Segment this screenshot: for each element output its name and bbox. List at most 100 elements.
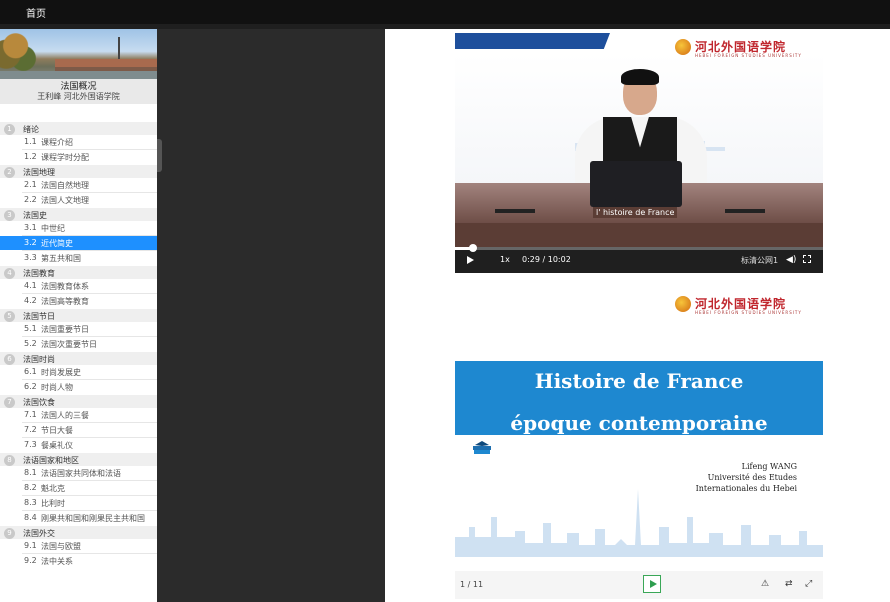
section-item-1-2[interactable]: 1.2 课程学时分配 [0,150,157,164]
section-number: 9.2 [24,556,37,565]
section-number: 8.3 [24,498,37,507]
section-item-3-1[interactable]: 3.1 中世纪 [0,221,157,235]
section-item-2-2[interactable]: 2.2 法国人文地理 [0,193,157,207]
section-item-5-2[interactable]: 5.2 法国次重要节日 [0,337,157,351]
section-item-7-1[interactable]: 7.1 法国人的三餐 [0,408,157,422]
content-viewer: 河北外国语学院 HEBEI FOREIGN STUDIES UNIVERSITY… [385,29,890,602]
chapter-1[interactable]: 1 绪论 [0,121,157,135]
section-item-9-2[interactable]: 9.2 法中关系 [0,554,157,568]
section-item-3-3[interactable]: 3.3 第五共和国 [0,251,157,265]
quality-selector[interactable]: 标清公网1 [741,255,778,266]
section-title: 法国次重要节日 [41,340,97,349]
section-title: 中世纪 [41,224,65,233]
section-item-7-3[interactable]: 7.3 餐桌礼仪 [0,438,157,452]
section-number: 6.1 [24,367,37,376]
course-sidebar: 法国概况 王利峰 河北外国语学院 1 绪论 1.1 课程介绍 1.2 课程学时分配 2 法国地… [0,29,157,602]
slide-play-button[interactable] [643,575,661,593]
section-number: 7.1 [24,410,37,419]
chapter-8[interactable]: 8 法语国家和地区 [0,452,157,466]
section-item-8-2[interactable]: 8.2 魁北克 [0,481,157,495]
section-item-8-1[interactable]: 8.1 法语国家共同体和法语 [0,466,157,480]
chapter-title: 法国地理 [23,168,55,177]
section-number: 1.1 [24,137,37,146]
section-item-6-1[interactable]: 6.1 时尚发展史 [0,365,157,379]
section-title: 法国人的三餐 [41,411,89,420]
section-item-4-2[interactable]: 4.2 法国高等教育 [0,294,157,308]
section-item-5-1[interactable]: 5.1 法国重要节日 [0,322,157,336]
section-title: 餐桌礼仪 [41,441,73,450]
warning-icon[interactable]: ⚠ [761,579,769,589]
chapter-title: 法国节日 [23,312,55,321]
chapter-number: 7 [4,397,15,408]
slide-logo-subtext: HEBEI FOREIGN STUDIES UNIVERSITY [695,310,802,315]
section-item-7-2[interactable]: 7.2 节日大餐 [0,423,157,437]
video-logo-subtext: HEBEI FOREIGN STUDIES UNIVERSITY [695,53,802,58]
section-item-3-2[interactable]: 3.2 近代简史 [0,236,157,250]
volume-icon[interactable]: ◀) [786,255,796,265]
chapter-4[interactable]: 4 法国教育 [0,265,157,279]
university-emblem-icon [675,295,691,312]
section-number: 6.2 [24,382,37,391]
section-item-1-1[interactable]: 1.1 课程介绍 [0,135,157,149]
section-item-2-1[interactable]: 2.1 法国自然地理 [0,178,157,192]
section-title: 法语国家共同体和法语 [41,469,121,478]
chapter-6[interactable]: 6 法国时尚 [0,351,157,365]
sidebar-collapse-handle[interactable] [157,139,162,172]
chapter-number: 3 [4,210,15,221]
section-number: 3.1 [24,223,37,232]
playback-speed[interactable]: 1x [500,255,510,264]
section-number: 4.1 [24,281,37,290]
author-affiliation-1: Université des Etudes [707,473,797,482]
chapter-9[interactable]: 9 法国外交 [0,525,157,539]
section-title: 法国自然地理 [41,181,89,190]
section-number: 7.3 [24,440,37,449]
slide: 河北外国语学院 HEBEI FOREIGN STUDIES UNIVERSITY… [455,277,823,567]
video-player[interactable]: 河北外国语学院 HEBEI FOREIGN STUDIES UNIVERSITY… [455,33,823,273]
course-cover-image [0,29,157,79]
slide-title-line1: Histoire de France [534,369,744,393]
table-of-contents: 1 绪论 1.1 课程介绍 1.2 课程学时分配 2 法国地理 2.1 法国自然地理 2.2 法国人文… [0,121,157,568]
section-title: 课程学时分配 [41,153,89,162]
section-number: 4.2 [24,296,37,305]
video-progress-knob[interactable] [468,244,477,252]
slide-logo: 河北外国语学院 HEBEI FOREIGN STUDIES UNIVERSITY [675,295,801,315]
section-title: 法国教育体系 [41,282,89,291]
section-number: 1.2 [24,152,37,161]
play-icon[interactable] [467,256,474,264]
home-link[interactable]: 首页 [26,5,46,20]
paris-skyline [455,489,823,557]
chapter-number: 4 [4,268,15,279]
fullscreen-icon[interactable]: ⤢ [805,579,812,589]
video-logo: 河北外国语学院 HEBEI FOREIGN STUDIES UNIVERSITY [675,38,801,58]
video-controls: 1x 0:29 / 10:02 标清公网1 ◀) [455,244,823,273]
section-item-8-4[interactable]: 8.4 刚果共和国和刚果民主共和国 [0,511,157,525]
section-title: 第五共和国 [41,254,81,263]
section-item-8-3[interactable]: 8.3 比利时 [0,496,157,510]
section-title: 法国人文地理 [41,196,89,205]
course-title-block: 法国概况 王利峰 河北外国语学院 [0,79,157,104]
section-item-4-1[interactable]: 4.1 法国教育体系 [0,279,157,293]
fullscreen-icon[interactable] [803,255,811,263]
chapter-number: 1 [4,124,15,135]
section-title: 节日大餐 [41,426,73,435]
section-number: 7.2 [24,425,37,434]
chapter-number: 5 [4,311,15,322]
section-item-9-1[interactable]: 9.1 法国与欧盟 [0,539,157,553]
chapter-2[interactable]: 2 法国地理 [0,164,157,178]
switch-icon[interactable]: ⇄ [785,579,793,589]
chapter-3[interactable]: 3 法国史 [0,207,157,221]
chapter-title: 法国史 [23,211,47,220]
chapter-title: 法国教育 [23,269,55,278]
section-number: 5.2 [24,339,37,348]
video-progress-bar[interactable] [455,244,823,252]
top-bar: 首页 [0,0,890,24]
section-number: 8.4 [24,513,37,522]
section-title: 魁北克 [41,484,65,493]
course-teacher: 王利峰 河北外国语学院 [37,92,120,101]
course-name: 法国概况 [60,82,97,92]
chapter-7[interactable]: 7 法国饮食 [0,394,157,408]
desk-nameplate: l' histoire de France [593,207,678,218]
section-item-6-2[interactable]: 6.2 时尚人物 [0,380,157,394]
section-title: 比利时 [41,499,65,508]
chapter-5[interactable]: 5 法国节日 [0,308,157,322]
